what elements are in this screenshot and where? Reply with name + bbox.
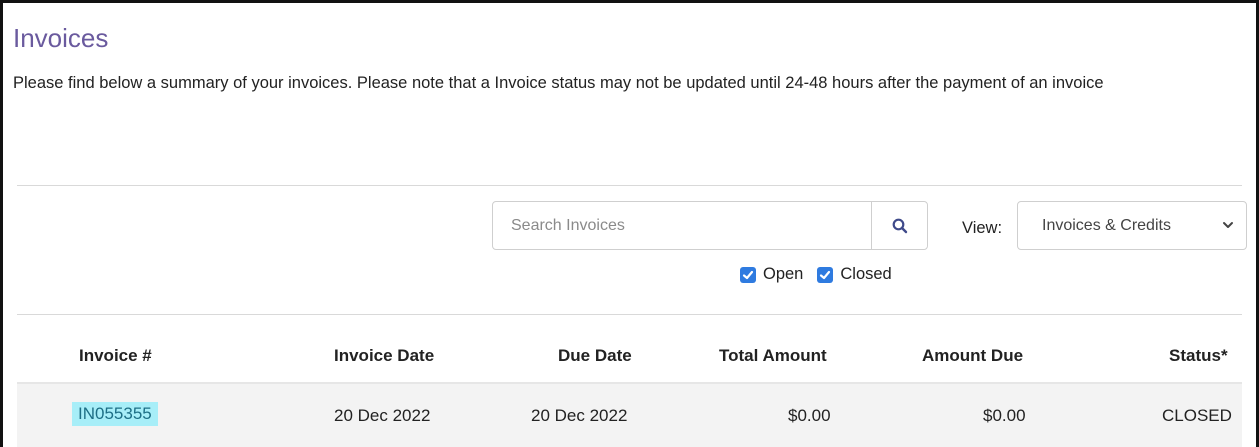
column-header-status[interactable]: Status* — [1169, 346, 1228, 366]
search-button[interactable] — [871, 202, 927, 249]
view-select-value: Invoices & Credits — [1042, 216, 1171, 234]
invoice-date-cell: 20 Dec 2022 — [334, 406, 431, 425]
page-title: Invoices — [13, 23, 109, 53]
invoices-panel: Invoices Please find below a summary of … — [0, 0, 1259, 447]
column-header-amount-due[interactable]: Amount Due — [922, 346, 1023, 366]
table-row — [17, 384, 1242, 447]
search-input[interactable] — [493, 202, 871, 249]
view-select[interactable]: Invoices & Credits — [1017, 201, 1247, 250]
status-cell: CLOSED — [1162, 406, 1232, 425]
filter-closed-checkbox[interactable]: Closed — [817, 265, 892, 284]
intro-text: Please find below a summary of your invo… — [13, 74, 1104, 92]
column-header-due-date[interactable]: Due Date — [558, 346, 632, 366]
search-icon — [892, 218, 907, 233]
view-label: View: — [962, 219, 1003, 237]
due-date-cell: 20 Dec 2022 — [531, 406, 628, 425]
filter-open-label: Open — [763, 265, 804, 283]
search-group — [492, 201, 928, 250]
amount-due-cell: $0.00 — [983, 406, 1026, 425]
invoice-number-link[interactable]: IN055355 — [72, 402, 158, 426]
total-amount-cell: $0.00 — [788, 406, 831, 425]
checkbox-checked-icon — [740, 266, 756, 283]
column-header-total-amount[interactable]: Total Amount — [719, 346, 827, 366]
divider — [17, 314, 1242, 315]
column-header-invoice-date[interactable]: Invoice Date — [334, 346, 434, 366]
checkbox-checked-icon — [817, 266, 834, 283]
column-header-invoice-no[interactable]: Invoice # — [79, 346, 152, 366]
chevron-down-icon — [1223, 222, 1233, 228]
filter-open-checkbox[interactable]: Open — [740, 265, 803, 284]
filter-closed-label: Closed — [840, 265, 892, 283]
divider — [17, 185, 1242, 186]
status-filters: Open Closed — [740, 265, 906, 284]
